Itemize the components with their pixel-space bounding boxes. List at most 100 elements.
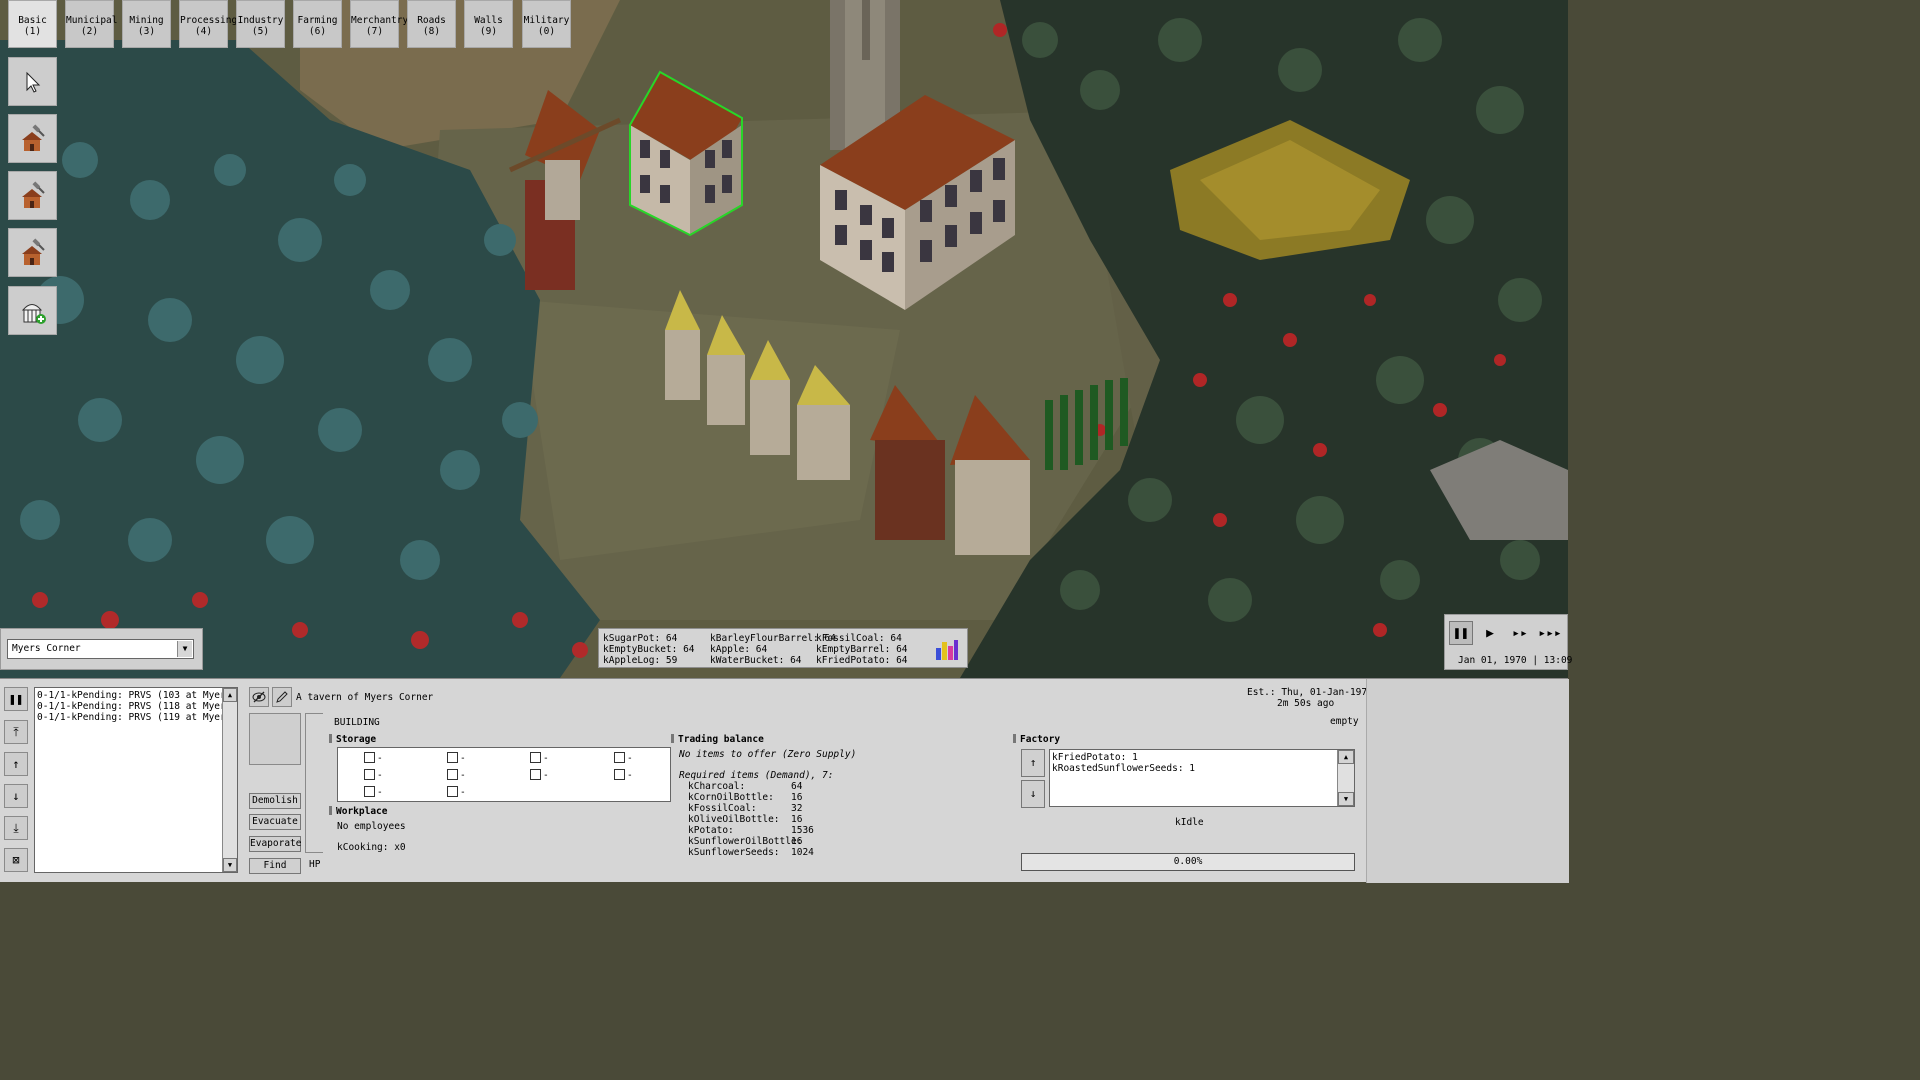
demand-qty: 16 bbox=[791, 836, 803, 847]
trading-section-title: Trading balance bbox=[671, 734, 764, 745]
find-button[interactable]: Find bbox=[249, 858, 301, 874]
pause-log-button[interactable]: ❚❚ bbox=[4, 687, 28, 711]
cursor-icon bbox=[26, 71, 40, 93]
established-date: Est.: Thu, 01-Jan-1970 bbox=[1247, 687, 1373, 698]
game-world-viewport[interactable] bbox=[0, 0, 1568, 678]
scroll-top-button[interactable]: ⤒ bbox=[4, 720, 28, 744]
scroll-up-arrow[interactable]: ▲ bbox=[223, 688, 237, 702]
category-farming[interactable]: Farming (6) bbox=[293, 0, 342, 48]
category-basic[interactable]: Basic (1) bbox=[8, 0, 57, 48]
category-municipal[interactable]: Municipal (2) bbox=[65, 0, 117, 48]
factory-move-up-button[interactable]: ↑ bbox=[1021, 749, 1045, 777]
category-processing[interactable]: Processing (4) bbox=[179, 0, 237, 48]
evaporate-button[interactable]: Evaporate bbox=[249, 836, 301, 852]
factory-production-list[interactable]: kFriedPotato: 1 kRoastedSunflowerSeeds: … bbox=[1049, 749, 1355, 807]
arrow-to-top-icon: ⤒ bbox=[13, 724, 19, 739]
log-entry: 0-1/1-kPending: PRVS (103 at Myers Corne… bbox=[37, 690, 223, 701]
chevron-down-icon[interactable]: ▼ bbox=[177, 641, 192, 657]
building-title: A tavern of Myers Corner bbox=[296, 692, 434, 703]
fast-forward-icon: ▸▸ bbox=[1512, 625, 1528, 641]
inventory-item: kFriedPotato: 64 bbox=[816, 655, 908, 666]
storage-slot[interactable]: - bbox=[614, 752, 633, 764]
scroll-up-arrow[interactable]: ▲ bbox=[1338, 750, 1354, 764]
storage-slot[interactable]: - bbox=[447, 786, 466, 798]
build-house-button-2[interactable] bbox=[8, 171, 57, 220]
category-walls[interactable]: Walls (9) bbox=[464, 0, 513, 48]
demolish-button[interactable]: Demolish bbox=[249, 793, 301, 809]
add-granary-button[interactable] bbox=[8, 286, 57, 335]
demand-title: Required items (Demand), 7: bbox=[679, 770, 834, 781]
demand-item: kPotato: bbox=[688, 825, 734, 836]
storage-slot[interactable]: - bbox=[364, 752, 383, 764]
fastest-forward-button[interactable]: ▸▸▸ bbox=[1538, 621, 1562, 645]
category-military[interactable]: Military (0) bbox=[522, 0, 571, 48]
demand-item: kSunflowerSeeds: bbox=[688, 847, 780, 858]
clear-icon: ⊠ bbox=[12, 853, 20, 867]
storage-slot[interactable]: - bbox=[364, 786, 383, 798]
evacuate-button[interactable]: Evacuate bbox=[249, 814, 301, 830]
statistics-chart-icon[interactable] bbox=[934, 638, 960, 662]
pause-button[interactable]: ❚❚ bbox=[1449, 621, 1473, 645]
eye-off-icon bbox=[252, 691, 266, 703]
workplace-section-title: Workplace bbox=[329, 806, 387, 817]
event-log[interactable]: 0-1/1-kPending: PRVS (103 at Myers Corne… bbox=[34, 687, 238, 873]
build-house-icon bbox=[21, 123, 45, 151]
play-icon: ▶ bbox=[1486, 625, 1494, 641]
category-industry[interactable]: Industry (5) bbox=[236, 0, 285, 48]
factory-section-title: Factory bbox=[1013, 734, 1060, 745]
play-button[interactable]: ▶ bbox=[1478, 621, 1502, 645]
scroll-down-arrow[interactable]: ▼ bbox=[1338, 792, 1354, 806]
pencil-icon bbox=[276, 691, 288, 703]
build-house-button-3[interactable] bbox=[8, 228, 57, 277]
factory-move-down-button[interactable]: ↓ bbox=[1021, 780, 1045, 808]
storage-slot[interactable]: - bbox=[530, 769, 549, 781]
cooking-label: kCooking: x0 bbox=[337, 842, 406, 853]
panel-divider bbox=[305, 713, 323, 853]
demand-item: kOliveOilBottle: bbox=[688, 814, 780, 825]
employees-label: No employees bbox=[337, 821, 406, 832]
building-preview bbox=[249, 713, 301, 765]
clear-log-button[interactable]: ⊠ bbox=[4, 848, 28, 872]
voxel-scene bbox=[0, 0, 1568, 678]
demand-item: kSunflowerOilBottle: bbox=[688, 836, 803, 847]
scroll-down-arrow[interactable]: ▼ bbox=[223, 858, 237, 872]
demand-qty: 16 bbox=[791, 814, 803, 825]
storage-slot[interactable]: - bbox=[614, 769, 633, 781]
factory-scrollbar[interactable]: ▲ ▼ bbox=[1337, 750, 1354, 806]
city-select[interactable]: Myers Corner ▼ bbox=[7, 639, 194, 659]
scroll-down-button[interactable]: ↓ bbox=[4, 784, 28, 808]
category-roads[interactable]: Roads (8) bbox=[407, 0, 456, 48]
arrow-down-icon: ↓ bbox=[12, 789, 20, 803]
fast-forward-button[interactable]: ▸▸ bbox=[1508, 621, 1532, 645]
hp-label: HP bbox=[309, 859, 321, 870]
log-scrollbar[interactable]: ▲ ▼ bbox=[222, 688, 237, 872]
inventory-item: kEmptyBucket: 64 bbox=[603, 644, 695, 655]
demand-item: kFossilCoal: bbox=[688, 803, 757, 814]
inventory-item: kApple: 64 bbox=[710, 644, 768, 655]
storage-slot[interactable]: - bbox=[364, 769, 383, 781]
arrow-up-icon: ↑ bbox=[1029, 756, 1037, 769]
select-tool-button[interactable] bbox=[8, 57, 57, 106]
factory-state: kIdle bbox=[1175, 817, 1204, 828]
storage-slot[interactable]: - bbox=[447, 769, 466, 781]
scroll-up-button[interactable]: ↑ bbox=[4, 752, 28, 776]
build-house-icon bbox=[21, 180, 45, 208]
category-mining[interactable]: Mining (3) bbox=[122, 0, 171, 48]
build-house-button-1[interactable] bbox=[8, 114, 57, 163]
factory-item[interactable]: kFriedPotato: 1 bbox=[1052, 752, 1195, 763]
building-status: empty bbox=[1330, 716, 1359, 727]
storage-slot[interactable]: - bbox=[447, 752, 466, 764]
demand-qty: 32 bbox=[791, 803, 803, 814]
city-selector-panel: Myers Corner ▼ bbox=[0, 628, 203, 670]
pause-icon: ❚❚ bbox=[1453, 625, 1469, 641]
category-merchantry[interactable]: Merchantry (7) bbox=[350, 0, 408, 48]
demand-item: kCharcoal: bbox=[688, 781, 746, 792]
storage-slot[interactable]: - bbox=[530, 752, 549, 764]
rename-button[interactable] bbox=[272, 687, 292, 707]
inventory-item: kFossilCoal: 64 bbox=[816, 633, 902, 644]
scroll-bottom-button[interactable]: ⤓ bbox=[4, 816, 28, 840]
add-granary-icon bbox=[21, 303, 46, 324]
factory-progress-bar: 0.00% bbox=[1021, 853, 1355, 871]
factory-item[interactable]: kRoastedSunflowerSeeds: 1 bbox=[1052, 763, 1195, 774]
hide-button[interactable] bbox=[249, 687, 269, 707]
